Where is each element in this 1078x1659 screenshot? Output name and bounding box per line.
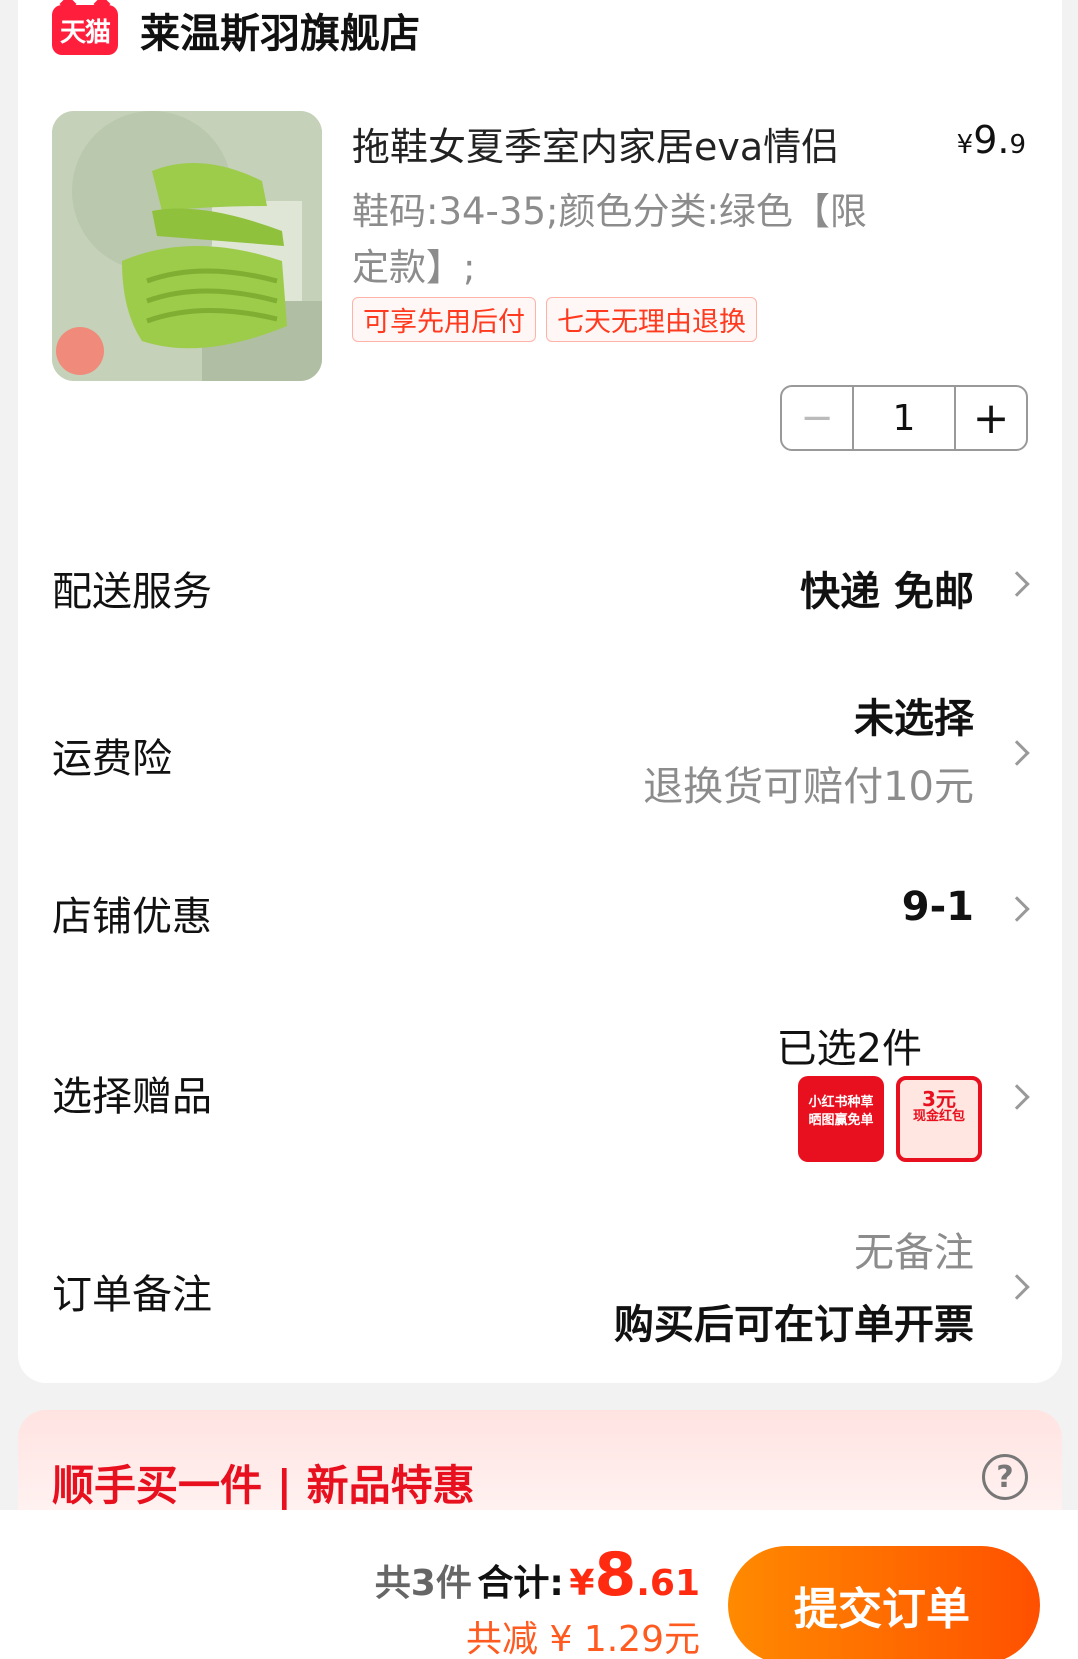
gift-selected: 已选2件 [776,1026,922,1072]
order-total: 共3件 合计: ¥8.61 [375,1540,700,1610]
insurance-label: 运费险 [52,736,172,782]
chevron-right-icon [1004,896,1030,922]
checkout-bar: 共3件 合计: ¥8.61 共减 ¥ 1.29元 提交订单 [0,1510,1078,1659]
quantity-stepper[interactable]: − 1 + [780,385,1028,451]
product-price: ¥9.9 [956,118,1026,162]
total-label: 合计: [477,1563,564,1604]
quantity-value[interactable]: 1 [854,387,954,449]
total-price: ¥8.61 [569,1540,700,1610]
product-title[interactable]: 拖鞋女夏季室内家居eva情侣 [352,116,839,171]
delivery-label: 配送服务 [52,569,212,615]
shop-discount-value: 9-1 [901,884,974,930]
tag-free-return: 七天无理由退换 [546,297,757,342]
submit-order-button[interactable]: 提交订单 [728,1546,1040,1659]
shop-header[interactable]: 天猫 莱温斯羽旗舰店 [52,2,420,58]
increase-button[interactable]: + [954,387,1026,449]
decrease-button[interactable]: − [782,387,854,449]
chevron-right-icon [1004,740,1030,766]
gift-label: 选择赠品 [52,1074,212,1120]
help-icon[interactable]: ? [982,1454,1028,1500]
chevron-right-icon [1004,1084,1030,1110]
product-image[interactable] [52,111,322,381]
insurance-sub: 退换货可赔付10元 [643,764,974,810]
insurance-row[interactable]: 运费险 未选择 退换货可赔付10元 [52,686,1030,816]
gift-row[interactable]: 选择赠品 已选2件 小红书种草 晒图赢免单 3元 现金红包 [52,1010,1030,1162]
insurance-value: 未选择 [854,696,974,742]
total-discount: 共减 ¥ 1.29元 [466,1619,700,1659]
order-note-row[interactable]: 订单备注 无备注 购买后可在订单开票 [52,1220,1030,1350]
delivery-value: 快递 免邮 [800,569,974,615]
delivery-row[interactable]: 配送服务 快递 免邮 [52,555,1030,615]
tmall-logo: 天猫 [52,5,118,55]
gift-cash-redpacket[interactable]: 3元 现金红包 [896,1076,982,1162]
order-note-value: 无备注 [854,1230,974,1276]
gift-xiaohongshu[interactable]: 小红书种草 晒图赢免单 [798,1076,884,1162]
chevron-right-icon [1004,571,1030,597]
product-sku[interactable]: 鞋码:34-35;颜色分类:绿色【限定款】; [352,184,872,296]
item-count: 共3件 [374,1563,472,1604]
promo-title: 顺手买一件 | 新品特惠 [52,1461,475,1510]
order-note-label: 订单备注 [52,1272,212,1318]
slipper-illustration [52,111,322,381]
tag-pay-later: 可享先用后付 [352,297,536,342]
chevron-right-icon [1004,1274,1030,1300]
invoice-hint: 购买后可在订单开票 [614,1302,974,1348]
shop-discount-label: 店铺优惠 [52,894,212,940]
shop-name[interactable]: 莱温斯羽旗舰店 [140,1,420,59]
shop-discount-row[interactable]: 店铺优惠 9-1 [52,880,1030,940]
service-tags: 可享先用后付 七天无理由退换 [352,297,757,342]
